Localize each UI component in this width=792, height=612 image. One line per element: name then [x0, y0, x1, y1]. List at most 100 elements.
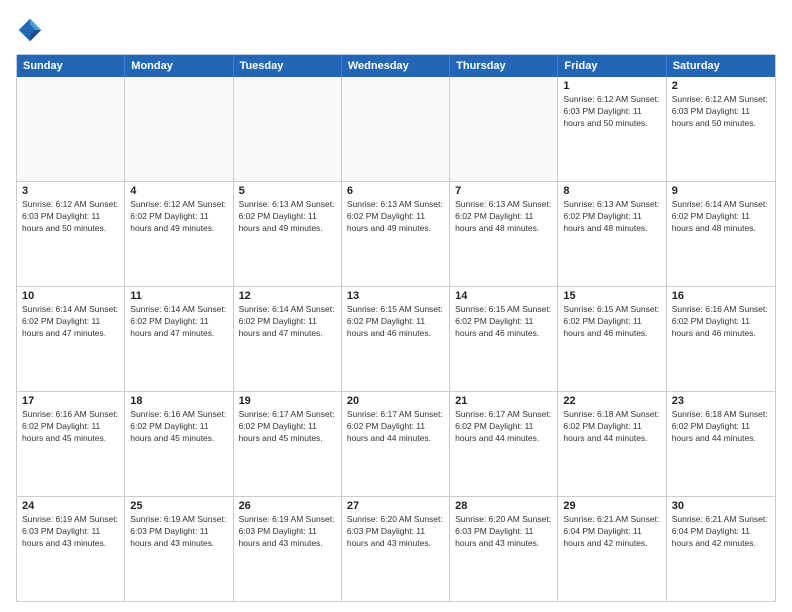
calendar: SundayMondayTuesdayWednesdayThursdayFrid… — [16, 54, 776, 602]
calendar-row-4: 17 Sunrise: 6:16 AM Sunset: 6:02 PM Dayli… — [17, 391, 775, 496]
day-number: 24 — [22, 500, 119, 512]
day-number: 11 — [130, 290, 227, 302]
calendar-row-1: 1 Sunrise: 6:12 AM Sunset: 6:03 PM Daylig… — [17, 77, 775, 181]
day-info: Sunrise: 6:19 AM Sunset: 6:03 PM Dayligh… — [239, 514, 336, 550]
calendar-row-2: 3 Sunrise: 6:12 AM Sunset: 6:03 PM Daylig… — [17, 181, 775, 286]
day-info: Sunrise: 6:19 AM Sunset: 6:03 PM Dayligh… — [22, 514, 119, 550]
day-cell-30: 30 Sunrise: 6:21 AM Sunset: 6:04 PM Dayli… — [667, 497, 775, 601]
day-info: Sunrise: 6:16 AM Sunset: 6:02 PM Dayligh… — [672, 304, 770, 340]
day-cell-13: 13 Sunrise: 6:15 AM Sunset: 6:02 PM Dayli… — [342, 287, 450, 391]
day-info: Sunrise: 6:18 AM Sunset: 6:02 PM Dayligh… — [563, 409, 660, 445]
day-info: Sunrise: 6:15 AM Sunset: 6:02 PM Dayligh… — [347, 304, 444, 340]
day-info: Sunrise: 6:12 AM Sunset: 6:03 PM Dayligh… — [563, 94, 660, 130]
day-number: 29 — [563, 500, 660, 512]
day-number: 21 — [455, 395, 552, 407]
day-number: 19 — [239, 395, 336, 407]
day-cell-7: 7 Sunrise: 6:13 AM Sunset: 6:02 PM Daylig… — [450, 182, 558, 286]
day-cell-4: 4 Sunrise: 6:12 AM Sunset: 6:02 PM Daylig… — [125, 182, 233, 286]
day-number: 1 — [563, 80, 660, 92]
day-number: 13 — [347, 290, 444, 302]
day-header-tuesday: Tuesday — [234, 55, 342, 77]
day-cell-1: 1 Sunrise: 6:12 AM Sunset: 6:03 PM Daylig… — [558, 77, 666, 181]
calendar-header: SundayMondayTuesdayWednesdayThursdayFrid… — [17, 55, 775, 77]
day-number: 25 — [130, 500, 227, 512]
day-cell-9: 9 Sunrise: 6:14 AM Sunset: 6:02 PM Daylig… — [667, 182, 775, 286]
day-number: 3 — [22, 185, 119, 197]
day-info: Sunrise: 6:17 AM Sunset: 6:02 PM Dayligh… — [347, 409, 444, 445]
day-info: Sunrise: 6:14 AM Sunset: 6:02 PM Dayligh… — [672, 199, 770, 235]
day-number: 9 — [672, 185, 770, 197]
day-number: 7 — [455, 185, 552, 197]
day-header-wednesday: Wednesday — [342, 55, 450, 77]
day-info: Sunrise: 6:13 AM Sunset: 6:02 PM Dayligh… — [347, 199, 444, 235]
day-number: 16 — [672, 290, 770, 302]
day-number: 4 — [130, 185, 227, 197]
day-number: 30 — [672, 500, 770, 512]
day-cell-11: 11 Sunrise: 6:14 AM Sunset: 6:02 PM Dayli… — [125, 287, 233, 391]
day-number: 17 — [22, 395, 119, 407]
day-info: Sunrise: 6:16 AM Sunset: 6:02 PM Dayligh… — [22, 409, 119, 445]
day-info: Sunrise: 6:14 AM Sunset: 6:02 PM Dayligh… — [130, 304, 227, 340]
day-header-monday: Monday — [125, 55, 233, 77]
day-cell-28: 28 Sunrise: 6:20 AM Sunset: 6:03 PM Dayli… — [450, 497, 558, 601]
day-info: Sunrise: 6:21 AM Sunset: 6:04 PM Dayligh… — [672, 514, 770, 550]
day-header-thursday: Thursday — [450, 55, 558, 77]
day-info: Sunrise: 6:12 AM Sunset: 6:03 PM Dayligh… — [22, 199, 119, 235]
logo-icon — [16, 16, 44, 44]
day-info: Sunrise: 6:12 AM Sunset: 6:02 PM Dayligh… — [130, 199, 227, 235]
day-number: 28 — [455, 500, 552, 512]
day-info: Sunrise: 6:12 AM Sunset: 6:03 PM Dayligh… — [672, 94, 770, 130]
day-cell-10: 10 Sunrise: 6:14 AM Sunset: 6:02 PM Dayli… — [17, 287, 125, 391]
header — [16, 16, 776, 44]
empty-cell — [17, 77, 125, 181]
day-cell-2: 2 Sunrise: 6:12 AM Sunset: 6:03 PM Daylig… — [667, 77, 775, 181]
day-number: 27 — [347, 500, 444, 512]
day-cell-3: 3 Sunrise: 6:12 AM Sunset: 6:03 PM Daylig… — [17, 182, 125, 286]
day-number: 6 — [347, 185, 444, 197]
day-info: Sunrise: 6:14 AM Sunset: 6:02 PM Dayligh… — [22, 304, 119, 340]
day-number: 8 — [563, 185, 660, 197]
day-number: 20 — [347, 395, 444, 407]
day-number: 22 — [563, 395, 660, 407]
day-cell-26: 26 Sunrise: 6:19 AM Sunset: 6:03 PM Dayli… — [234, 497, 342, 601]
day-cell-23: 23 Sunrise: 6:18 AM Sunset: 6:02 PM Dayli… — [667, 392, 775, 496]
day-number: 12 — [239, 290, 336, 302]
day-number: 23 — [672, 395, 770, 407]
day-number: 26 — [239, 500, 336, 512]
day-number: 2 — [672, 80, 770, 92]
day-cell-18: 18 Sunrise: 6:16 AM Sunset: 6:02 PM Dayli… — [125, 392, 233, 496]
day-info: Sunrise: 6:13 AM Sunset: 6:02 PM Dayligh… — [455, 199, 552, 235]
day-cell-17: 17 Sunrise: 6:16 AM Sunset: 6:02 PM Dayli… — [17, 392, 125, 496]
day-info: Sunrise: 6:14 AM Sunset: 6:02 PM Dayligh… — [239, 304, 336, 340]
day-info: Sunrise: 6:15 AM Sunset: 6:02 PM Dayligh… — [563, 304, 660, 340]
day-number: 10 — [22, 290, 119, 302]
day-cell-14: 14 Sunrise: 6:15 AM Sunset: 6:02 PM Dayli… — [450, 287, 558, 391]
day-info: Sunrise: 6:13 AM Sunset: 6:02 PM Dayligh… — [239, 199, 336, 235]
day-cell-27: 27 Sunrise: 6:20 AM Sunset: 6:03 PM Dayli… — [342, 497, 450, 601]
day-info: Sunrise: 6:21 AM Sunset: 6:04 PM Dayligh… — [563, 514, 660, 550]
empty-cell — [450, 77, 558, 181]
day-number: 5 — [239, 185, 336, 197]
day-info: Sunrise: 6:17 AM Sunset: 6:02 PM Dayligh… — [455, 409, 552, 445]
day-number: 14 — [455, 290, 552, 302]
day-cell-19: 19Sunrise: 6:17 AM Sunset: 6:02 PM Dayli… — [234, 392, 342, 496]
day-number: 18 — [130, 395, 227, 407]
day-header-saturday: Saturday — [667, 55, 775, 77]
day-cell-21: 21 Sunrise: 6:17 AM Sunset: 6:02 PM Dayli… — [450, 392, 558, 496]
day-info: Sunrise: 6:15 AM Sunset: 6:02 PM Dayligh… — [455, 304, 552, 340]
page: SundayMondayTuesdayWednesdayThursdayFrid… — [0, 0, 792, 612]
day-info: Sunrise: 6:19 AM Sunset: 6:03 PM Dayligh… — [130, 514, 227, 550]
day-cell-16: 16 Sunrise: 6:16 AM Sunset: 6:02 PM Dayli… — [667, 287, 775, 391]
calendar-row-5: 24 Sunrise: 6:19 AM Sunset: 6:03 PM Dayli… — [17, 496, 775, 601]
day-number: 15 — [563, 290, 660, 302]
empty-cell — [342, 77, 450, 181]
logo — [16, 16, 48, 44]
day-cell-24: 24 Sunrise: 6:19 AM Sunset: 6:03 PM Dayli… — [17, 497, 125, 601]
empty-cell — [125, 77, 233, 181]
day-info: Sunrise: 6:16 AM Sunset: 6:02 PM Dayligh… — [130, 409, 227, 445]
day-cell-5: 5 Sunrise: 6:13 AM Sunset: 6:02 PM Daylig… — [234, 182, 342, 286]
day-info: Sunrise: 6:20 AM Sunset: 6:03 PM Dayligh… — [347, 514, 444, 550]
day-cell-25: 25 Sunrise: 6:19 AM Sunset: 6:03 PM Dayli… — [125, 497, 233, 601]
day-info: Sunrise: 6:18 AM Sunset: 6:02 PM Dayligh… — [672, 409, 770, 445]
day-info: Sunrise: 6:20 AM Sunset: 6:03 PM Dayligh… — [455, 514, 552, 550]
